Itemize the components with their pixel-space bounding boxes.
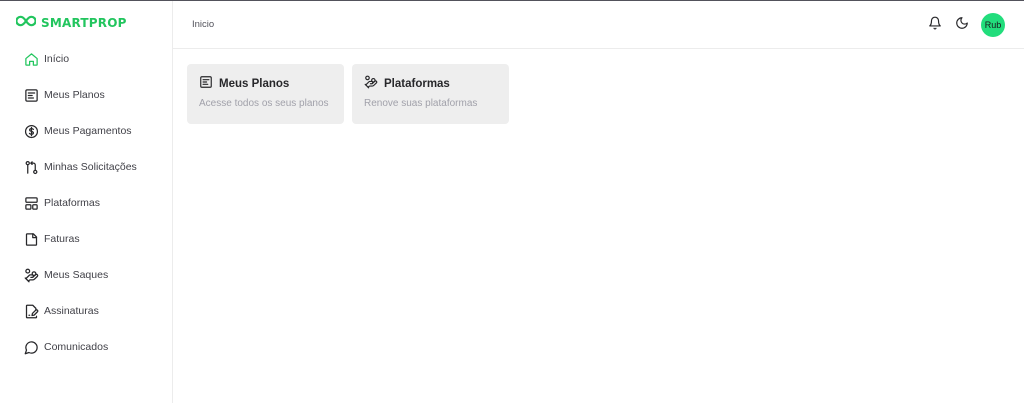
card-plataformas[interactable]: Plataformas Renove suas plataformas — [352, 64, 509, 124]
card-description: Acesse todos os seus planos — [199, 98, 329, 109]
sidebar: SMARTPROP Início Meus Planos Meus Pagame… — [0, 1, 173, 403]
app-root: SMARTPROP Início Meus Planos Meus Pagame… — [0, 0, 1024, 403]
bell-icon — [928, 16, 942, 35]
sidebar-item-meus-saques[interactable]: Meus Saques — [0, 257, 172, 293]
sidebar-item-assinaturas[interactable]: Assinaturas — [0, 293, 172, 329]
card-title: Plataformas — [384, 78, 450, 90]
moon-icon — [955, 16, 969, 35]
sidebar-item-label: Meus Saques — [44, 269, 109, 281]
hand-coins-icon — [364, 75, 378, 94]
sidebar-item-label: Faturas — [44, 233, 80, 245]
brand-name: SMARTPROP — [41, 16, 127, 30]
hand-coins-icon — [24, 268, 39, 283]
sidebar-item-plataformas[interactable]: Plataformas — [0, 185, 172, 221]
theme-toggle-button[interactable] — [950, 13, 974, 37]
sidebar-item-label: Início — [44, 53, 70, 65]
sidebar-item-meus-planos[interactable]: Meus Planos — [0, 77, 172, 113]
sidebar-item-label: Meus Planos — [44, 89, 105, 101]
home-icon — [24, 52, 39, 67]
message-circle-icon — [24, 340, 39, 355]
dollar-circle-icon — [24, 124, 39, 139]
sidebar-item-label: Plataformas — [44, 197, 101, 209]
card-description: Renove suas plataformas — [364, 98, 478, 109]
file-signature-icon — [24, 304, 39, 319]
sidebar-item-meus-pagamentos[interactable]: Meus Pagamentos — [0, 113, 172, 149]
header-actions: Rub — [923, 13, 1005, 37]
git-pull-request-icon — [24, 160, 39, 175]
sticky-note-icon — [24, 232, 39, 247]
brand-logo[interactable]: SMARTPROP — [15, 13, 127, 33]
card-header: Meus Planos — [199, 75, 332, 94]
card-title: Meus Planos — [219, 78, 290, 90]
top-header: Inicio Rub — [173, 1, 1024, 49]
card-meus-planos[interactable]: Meus Planos Acesse todos os seus planos — [187, 64, 344, 124]
sidebar-item-comunicados[interactable]: Comunicados — [0, 329, 172, 365]
avatar[interactable]: Rub — [981, 13, 1005, 37]
sidebar-item-faturas[interactable]: Faturas — [0, 221, 172, 257]
sidebar-item-minhas-solicitacoes[interactable]: Minhas Solicitações — [0, 149, 172, 185]
sidebar-item-label: Comunicados — [44, 341, 109, 353]
sidebar-item-label: Assinaturas — [44, 305, 99, 317]
breadcrumb: Inicio — [192, 19, 215, 30]
sidebar-nav: Início Meus Planos Meus Pagamentos Minha… — [0, 41, 172, 365]
card-header: Plataformas — [364, 75, 497, 94]
sidebar-item-inicio[interactable]: Início — [0, 41, 172, 77]
sidebar-item-label: Meus Pagamentos — [44, 125, 132, 137]
sidebar-item-label: Minhas Solicitações — [44, 161, 137, 173]
infinity-logo-icon — [15, 14, 37, 33]
plans-list-icon — [199, 75, 213, 94]
notifications-button[interactable] — [923, 13, 947, 37]
plans-list-icon — [24, 88, 39, 103]
layout-icon — [24, 196, 39, 211]
